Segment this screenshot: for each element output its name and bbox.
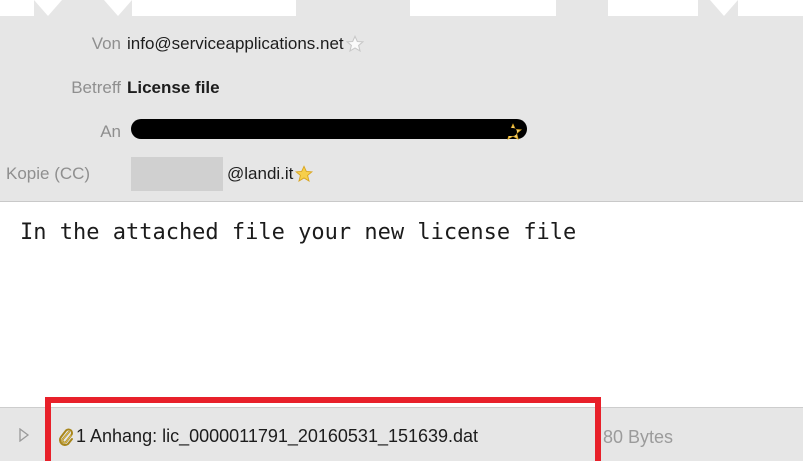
watermark-segment — [104, 0, 132, 16]
cc-row: Kopie (CC) @landi.it — [0, 157, 314, 191]
subject-label: Betreff — [71, 78, 121, 97]
to-row: An — [0, 119, 121, 145]
chevron-right-icon[interactable] — [18, 428, 30, 442]
redacted-recipient — [495, 128, 517, 136]
star-icon[interactable] — [345, 35, 364, 53]
attachment-toggle[interactable]: 1 Anhang: lic_0000011791_20160531_151639… — [58, 426, 478, 447]
cc-address[interactable]: @landi.it — [227, 164, 293, 184]
watermark-segment — [34, 0, 62, 16]
attachment-summary: 1 Anhang: lic_0000011791_20160531_151639… — [76, 426, 479, 446]
to-label: An — [100, 122, 121, 141]
attachment-size: 80 Bytes — [603, 427, 674, 447]
redacted-recipient — [131, 119, 527, 139]
message-header: Von info@serviceapplications.net Betreff… — [0, 0, 803, 202]
watermark-segment — [410, 0, 556, 16]
from-label: Von — [91, 34, 121, 53]
redacted-cc-name — [131, 157, 223, 191]
star-icon[interactable] — [295, 165, 314, 183]
paperclip-icon — [59, 427, 74, 446]
cc-label: Kopie (CC) — [6, 164, 91, 183]
from-address[interactable]: info@serviceapplications.net — [127, 34, 344, 54]
watermark-segment — [738, 0, 803, 16]
watermark-segment — [608, 0, 698, 16]
email-message-view: Von info@serviceapplications.net Betreff… — [0, 0, 803, 461]
watermark-segment — [710, 0, 738, 16]
message-body-text: In the attached file your new license fi… — [20, 220, 577, 245]
watermark-segment — [0, 0, 34, 16]
watermark-segment — [132, 0, 296, 16]
subject-text: License file — [127, 78, 220, 97]
from-row: Von info@serviceapplications.net — [0, 31, 364, 57]
subject-row: Betreff License file — [0, 75, 220, 101]
